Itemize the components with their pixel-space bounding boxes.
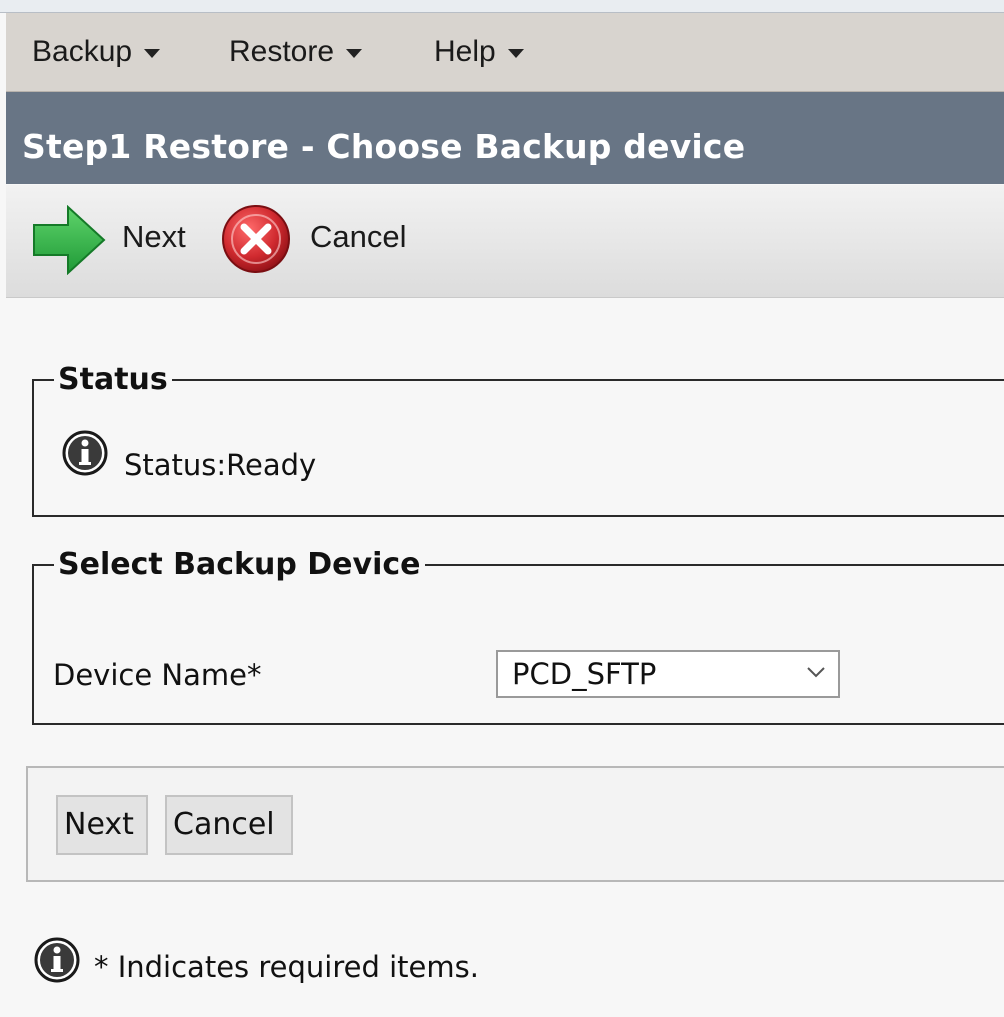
chevron-down-icon <box>807 667 825 678</box>
menu-help-label: Help <box>434 35 496 68</box>
info-icon <box>62 430 108 476</box>
status-text: Status:Ready <box>124 448 317 482</box>
menu-restore[interactable]: Restore <box>229 33 363 71</box>
page-title-bar: Step1 Restore - Choose Backup device <box>6 92 1004 184</box>
status-legend: Status <box>58 362 168 397</box>
device-name-label: Device Name* <box>53 658 262 692</box>
toolbar-cancel-button[interactable]: Cancel <box>220 205 420 281</box>
status-group: Status <box>32 362 1004 517</box>
chevron-down-icon <box>507 48 524 58</box>
select-backup-device-legend: Select Backup Device <box>58 547 421 582</box>
next-button[interactable]: Next <box>56 795 148 855</box>
device-name-value: PCD_SFTP <box>512 657 657 691</box>
toolbar-next-label: Next <box>122 219 186 254</box>
menu-backup-label: Backup <box>32 35 133 68</box>
page-title: Step1 Restore - Choose Backup device <box>22 127 746 166</box>
arrow-right-icon <box>33 205 106 275</box>
select-backup-device-group: Select Backup Device <box>32 547 1004 725</box>
info-icon <box>34 937 80 983</box>
toolbar-cancel-label: Cancel <box>310 219 407 254</box>
device-name-select[interactable]: PCD_SFTP <box>496 650 840 698</box>
required-items-note: * Indicates required items. <box>94 950 479 984</box>
toolbar-next-button[interactable]: Next <box>32 205 197 281</box>
menu-restore-label: Restore <box>229 35 335 68</box>
toolbar: Next Cancel <box>6 185 1004 298</box>
chevron-down-icon <box>346 48 363 58</box>
chevron-down-icon <box>144 48 161 58</box>
menu-bar: Backup Restore Help <box>6 13 1004 92</box>
menu-backup[interactable]: Backup <box>32 33 161 71</box>
window-top-strip <box>0 0 1004 13</box>
cancel-button[interactable]: Cancel <box>165 795 293 855</box>
cancel-x-icon <box>222 205 290 273</box>
menu-help[interactable]: Help <box>434 33 524 71</box>
